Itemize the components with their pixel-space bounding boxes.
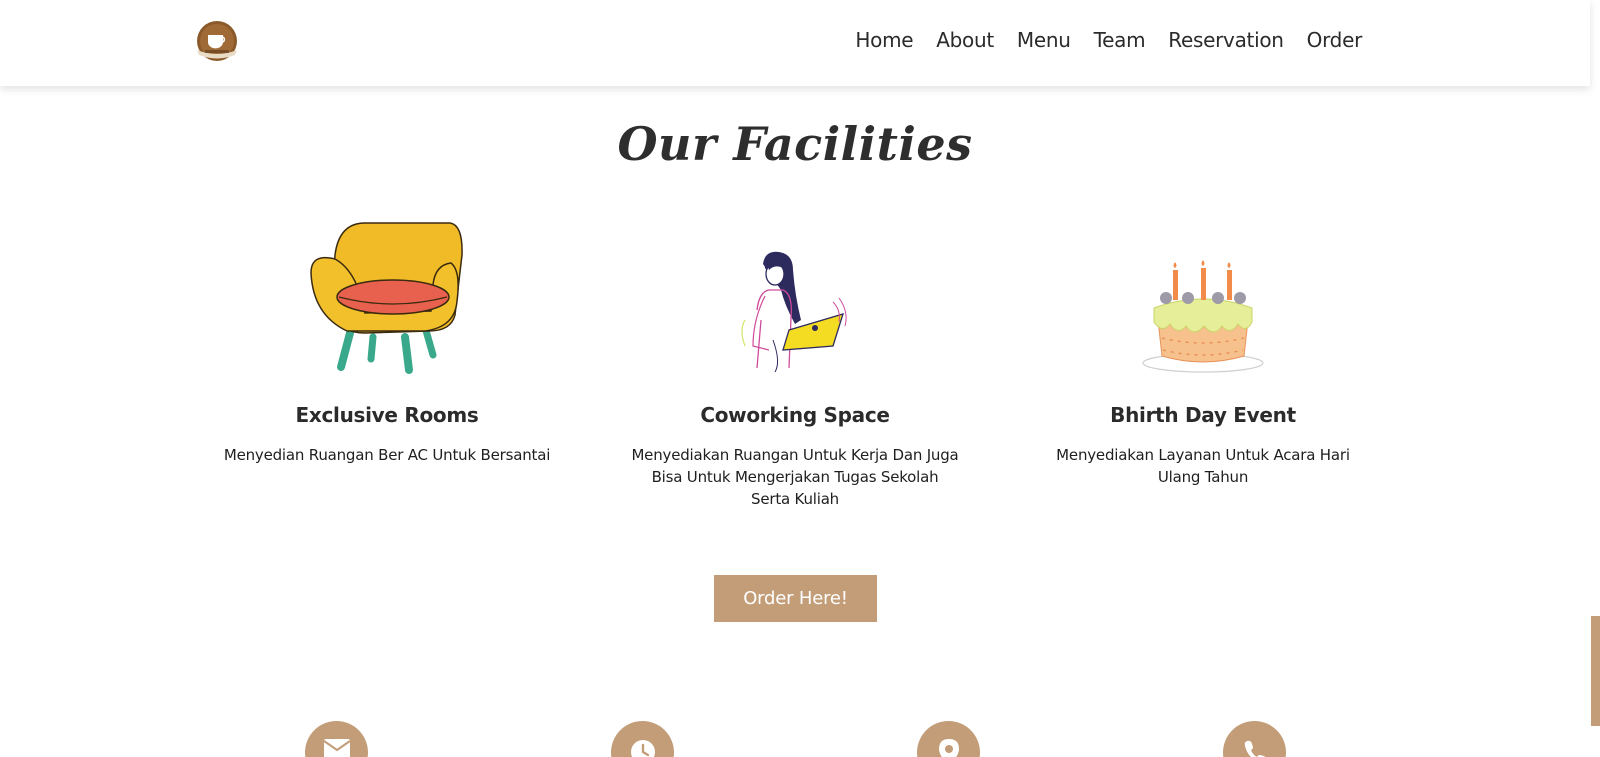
clock-icon[interactable] bbox=[611, 721, 674, 757]
nav-item-home[interactable]: Home bbox=[855, 28, 913, 52]
facility-description: Menyediakan Layanan Untuk Acara Hari Ula… bbox=[1056, 446, 1350, 486]
order-here-button[interactable]: Order Here! bbox=[714, 575, 877, 622]
armchair-icon bbox=[217, 215, 557, 375]
woman-laptop-icon bbox=[625, 215, 965, 375]
nav-item-about[interactable]: About bbox=[936, 28, 994, 52]
birthday-cake-icon bbox=[1033, 215, 1373, 375]
facilities-title: Our Facilities bbox=[617, 117, 973, 171]
nav-item-menu[interactable]: Menu bbox=[1017, 28, 1071, 52]
facility-card-birthday: Bhirth Day Event Menyediakan Layanan Unt… bbox=[1033, 215, 1373, 488]
facility-description: Menyedian Ruangan Ber AC Untuk Bersantai bbox=[223, 446, 551, 464]
facility-title: Bhirth Day Event bbox=[1110, 403, 1296, 427]
nav-item-team[interactable]: Team bbox=[1094, 28, 1146, 52]
facility-title: Exclusive Rooms bbox=[295, 403, 479, 427]
coffee-cup-logo-icon[interactable] bbox=[194, 20, 240, 64]
nav-item-order[interactable]: Order bbox=[1307, 28, 1363, 52]
scroll-to-top-tab[interactable] bbox=[1591, 616, 1600, 726]
phone-icon[interactable] bbox=[1223, 721, 1286, 757]
nav-links: Home About Menu Team Reservation Order bbox=[855, 28, 1362, 52]
navbar: Home About Menu Team Reservation Order bbox=[0, 0, 1590, 86]
facility-card-coworking: Coworking Space Menyediakan Ruangan Untu… bbox=[625, 215, 965, 510]
facility-title: Coworking Space bbox=[700, 403, 890, 427]
facility-card-rooms: Exclusive Rooms Menyedian Ruangan Ber AC… bbox=[217, 215, 557, 466]
nav-item-reservation[interactable]: Reservation bbox=[1168, 28, 1284, 52]
facility-description: Menyediakan Ruangan Untuk Kerja Dan Juga… bbox=[631, 446, 959, 508]
map-pin-icon[interactable] bbox=[917, 721, 980, 757]
envelope-icon[interactable] bbox=[305, 721, 368, 757]
